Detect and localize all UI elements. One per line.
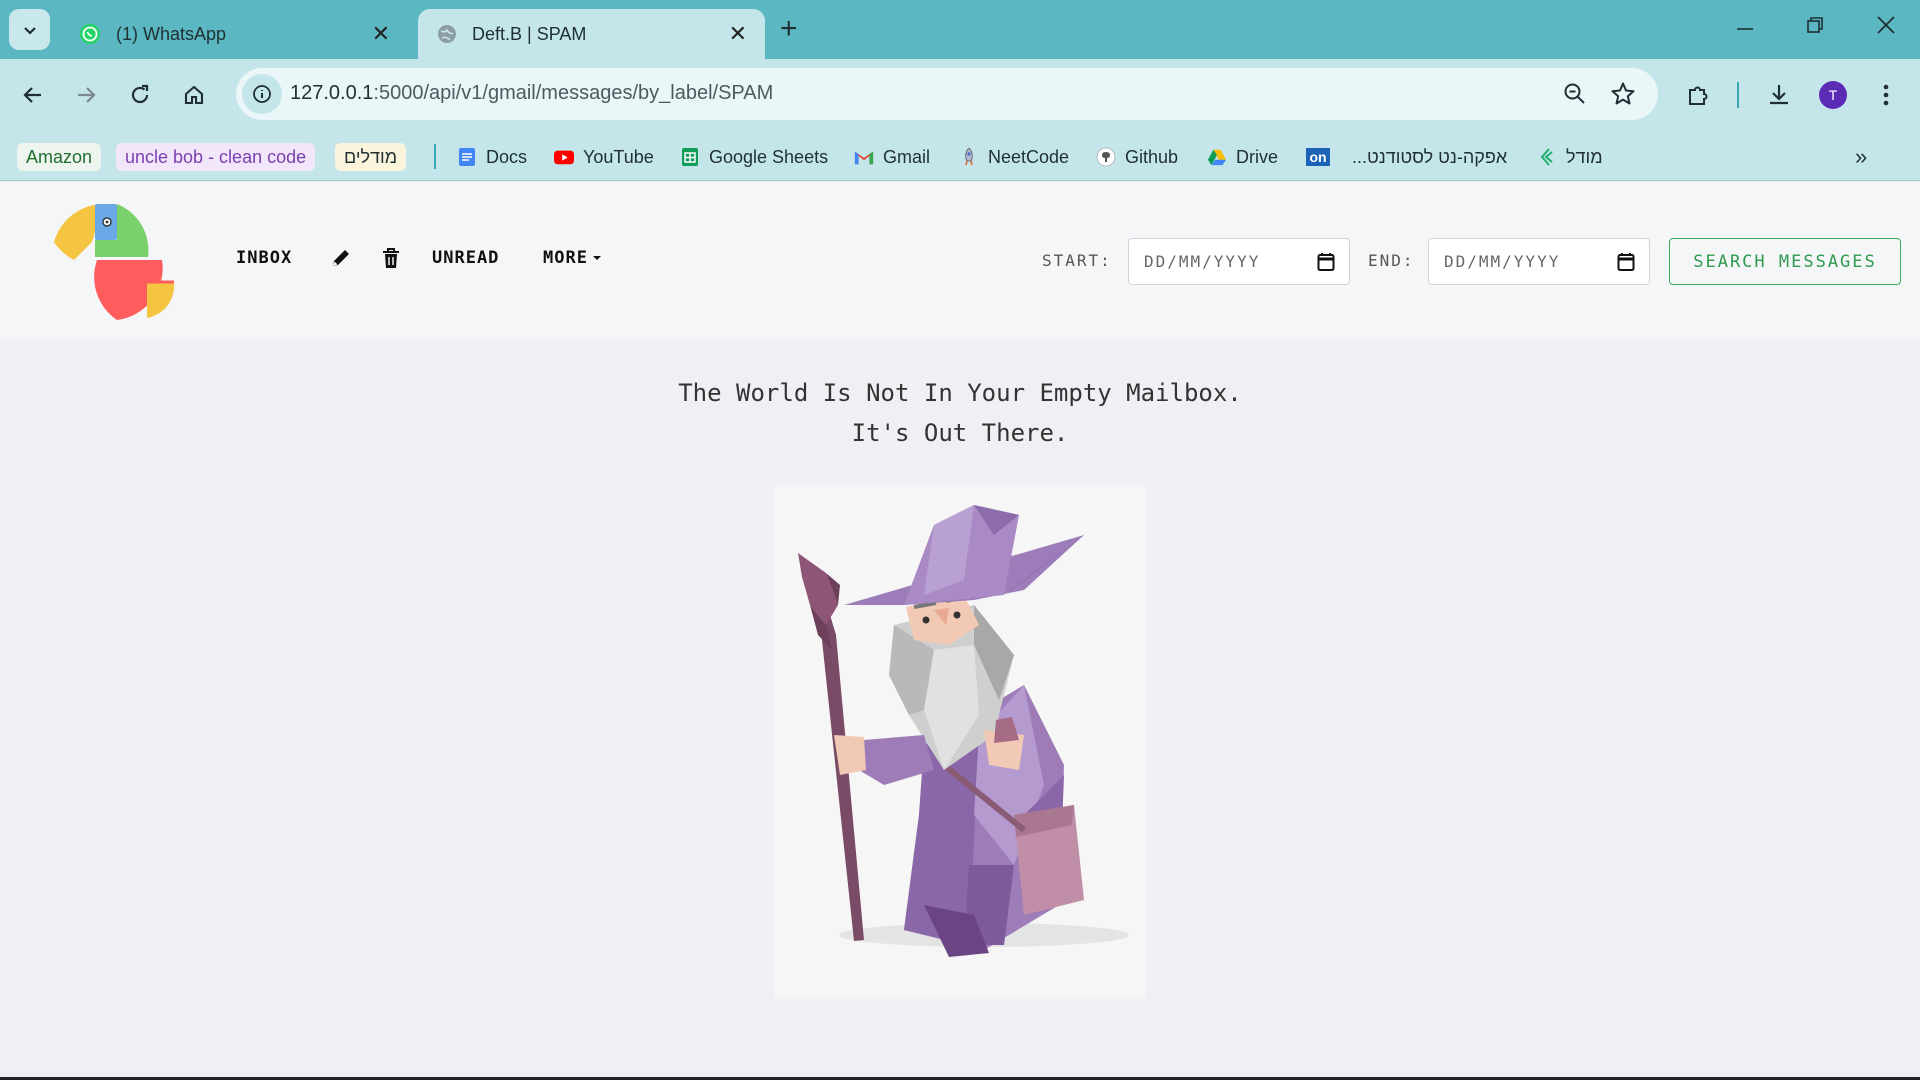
profile-avatar[interactable]: T (1817, 79, 1849, 111)
drive-icon (1207, 149, 1227, 166)
bookmark-on[interactable]: on (1306, 143, 1339, 171)
download-icon[interactable] (1763, 79, 1795, 111)
site-info-icon[interactable] (242, 74, 282, 114)
wizard-illustration (774, 485, 1146, 997)
svg-text:on: on (1309, 149, 1326, 165)
back-icon[interactable] (17, 79, 49, 111)
bookmark-afeka[interactable]: אפקה-נט לסטודנט... (1352, 143, 1507, 171)
reload-icon[interactable] (124, 79, 156, 111)
bookmark-uncle-bob[interactable]: uncle bob - clean code (116, 143, 316, 171)
tab-spam[interactable]: Deft.B | SPAM ✕ (418, 9, 765, 59)
youtube-icon (554, 150, 574, 165)
bookmark-google-sheets[interactable]: Google Sheets (680, 143, 828, 171)
nav-more-label: MORE (543, 248, 588, 268)
zoom-icon[interactable] (1562, 81, 1588, 112)
bookmark-github[interactable]: Github (1096, 143, 1178, 171)
url-host: 127.0.0.1 (290, 82, 374, 104)
app-header: INBOX UNREAD MORE START: DD/MM/YYYY END:… (0, 182, 1920, 339)
tab-title: Deft.B | SPAM (472, 23, 587, 44)
caret-down-icon (592, 256, 601, 260)
bookmark-label: Google Sheets (709, 146, 829, 167)
close-tab-icon[interactable]: ✕ (372, 23, 390, 45)
url-path: :5000/api/v1/gmail/messages/by_label/SPA… (373, 82, 774, 104)
restore-icon[interactable] (1806, 14, 1824, 42)
bookmark-label: מודל (1566, 146, 1603, 167)
home-icon[interactable] (178, 79, 210, 111)
docs-icon (459, 148, 475, 166)
address-bar[interactable]: 127.0.0.1:5000/api/v1/gmail/messages/by_… (236, 68, 1658, 120)
bookmark-label: Drive (1236, 146, 1279, 167)
tab-whatsapp[interactable]: (1) WhatsApp ✕ (60, 9, 408, 59)
on-icon: on (1306, 148, 1330, 166)
bookmark-amazon[interactable]: Amazon (17, 143, 102, 171)
whatsapp-icon (80, 24, 100, 44)
mailbox-content: The World Is Not In Your Empty Mailbox. … (0, 339, 1920, 1080)
bookmark-star-icon[interactable] (1610, 81, 1636, 112)
nav-unread[interactable]: UNREAD (432, 248, 499, 268)
moodle-icon (1540, 148, 1553, 166)
bookmark-gmail[interactable]: Gmail (854, 143, 930, 171)
bookmark-label: NeetCode (988, 146, 1070, 167)
empty-mailbox-submessage: It's Out There. (851, 419, 1069, 447)
start-date-input[interactable]: DD/MM/YYYY (1128, 238, 1350, 285)
kebab-menu-icon[interactable] (1870, 79, 1902, 111)
minimize-icon[interactable] (1736, 14, 1754, 42)
compose-pencil-icon[interactable] (330, 247, 352, 274)
bookmark-youtube[interactable]: YouTube (554, 143, 654, 171)
bookmark-neetcode[interactable]: NeetCode (959, 143, 1069, 171)
chevron-down-icon (23, 26, 36, 35)
calendar-icon[interactable] (1617, 252, 1635, 272)
bookmark-label: Gmail (883, 146, 931, 167)
bookmark-moodle[interactable]: מודל (1537, 143, 1603, 171)
globe-icon (438, 25, 456, 43)
close-tab-icon[interactable]: ✕ (729, 23, 747, 45)
browser-tab-strip: (1) WhatsApp ✕ Deft.B | SPAM ✕ + (0, 0, 1920, 59)
extensions-icon[interactable] (1683, 79, 1715, 111)
github-icon (1096, 147, 1116, 167)
calendar-icon[interactable] (1317, 252, 1335, 272)
profile-initial: T (1819, 81, 1847, 109)
search-messages-button[interactable]: SEARCH MESSAGES (1669, 238, 1901, 285)
bookmarks-divider (434, 144, 436, 169)
wizard-image (798, 505, 1129, 957)
logo-icon (54, 204, 175, 320)
end-date-input[interactable]: DD/MM/YYYY (1428, 238, 1650, 285)
bookmark-label: Docs (486, 146, 528, 167)
bookmarks-bar: Amazon uncle bob - clean code מודלים Doc… (0, 131, 1920, 181)
rocket-icon (965, 147, 973, 166)
nav-more-dropdown[interactable]: MORE (543, 248, 603, 268)
bookmark-models[interactable]: מודלים (335, 143, 407, 171)
end-date-placeholder: DD/MM/YYYY (1444, 252, 1561, 271)
more-bookmarks-icon[interactable]: » (1855, 143, 1867, 171)
toolbar-divider (1737, 82, 1739, 108)
empty-mailbox-message: The World Is Not In Your Empty Mailbox. (678, 379, 1242, 407)
forward-icon[interactable] (70, 79, 102, 111)
tab-title: (1) WhatsApp (116, 23, 227, 44)
end-label: END: (1368, 251, 1415, 270)
start-label: START: (1042, 251, 1112, 270)
browser-toolbar: 127.0.0.1:5000/api/v1/gmail/messages/by_… (0, 59, 1920, 131)
close-window-icon[interactable] (1876, 14, 1896, 42)
bookmark-docs[interactable]: Docs (457, 143, 527, 171)
bookmark-label: Github (1125, 146, 1179, 167)
bookmark-drive[interactable]: Drive (1207, 143, 1278, 171)
tab-search-button[interactable] (9, 9, 50, 50)
url-text: 127.0.0.1:5000/api/v1/gmail/messages/by_… (290, 82, 773, 105)
trash-icon[interactable] (381, 247, 401, 274)
new-tab-button[interactable]: + (780, 14, 798, 44)
sheets-icon (682, 148, 698, 166)
app-logo[interactable] (52, 202, 176, 327)
bookmark-label: YouTube (583, 146, 654, 167)
gmail-icon (854, 151, 874, 165)
nav-inbox[interactable]: INBOX (236, 248, 292, 268)
start-date-placeholder: DD/MM/YYYY (1144, 252, 1261, 271)
